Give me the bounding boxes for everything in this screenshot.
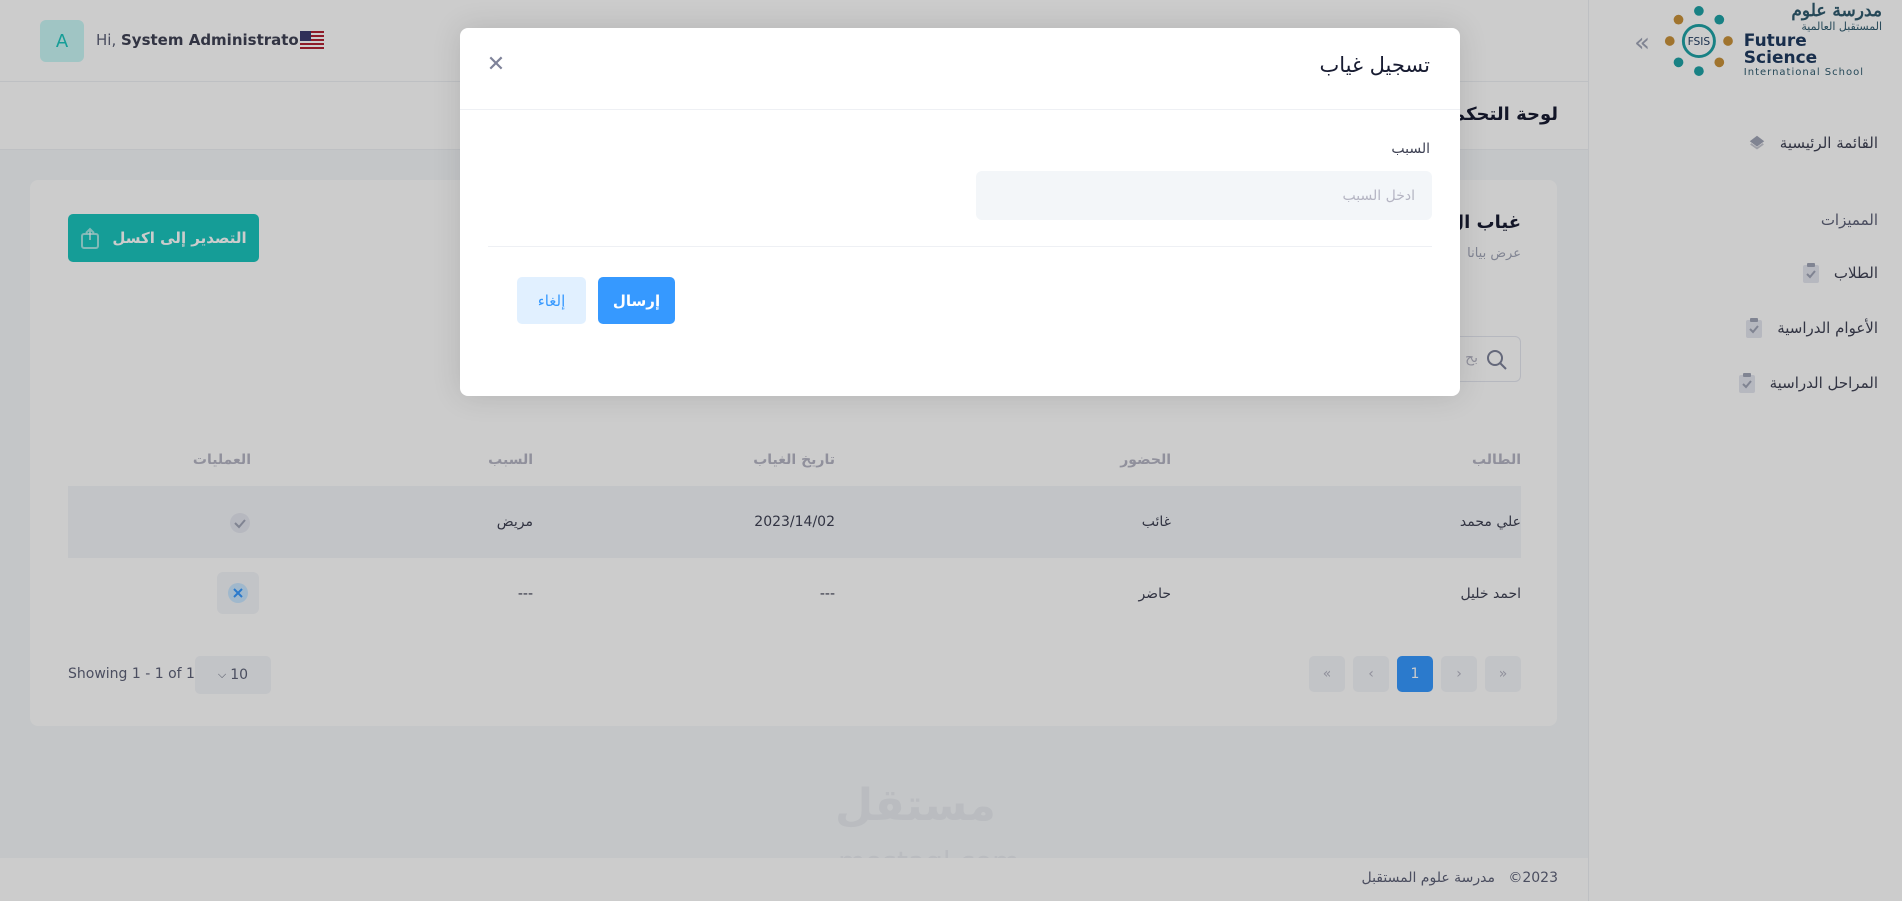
close-icon[interactable]: ✕ (482, 50, 510, 78)
modal-divider (488, 246, 1432, 247)
cancel-button[interactable]: إلغاء (517, 277, 586, 324)
reason-label: السبب (1391, 141, 1430, 157)
register-absence-modal: تسجيل غياب ✕ السبب إرسال إلغاء (460, 28, 1460, 396)
reason-input[interactable] (976, 171, 1432, 220)
submit-button[interactable]: إرسال (598, 277, 675, 324)
modal-header: تسجيل غياب ✕ (460, 28, 1460, 110)
modal-title: تسجيل غياب (1319, 53, 1430, 77)
